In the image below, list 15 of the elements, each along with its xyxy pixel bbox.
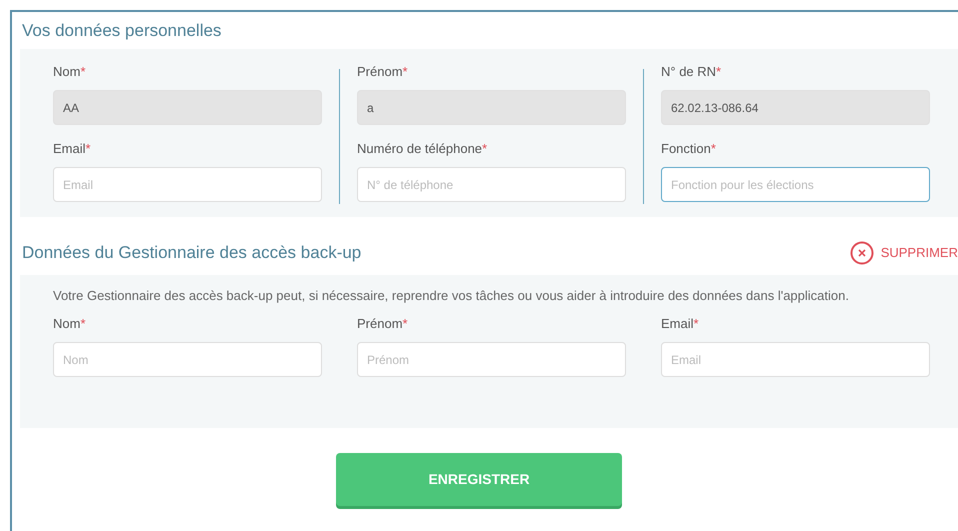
delete-button[interactable]: SUPPRIMER: [850, 241, 958, 265]
section-title: Vos données personnelles: [21, 20, 222, 42]
field-label: Numéro de téléphone*: [357, 140, 488, 158]
field-label: Prénom*: [357, 315, 409, 333]
description-text: Votre Gestionnaire des accès back-up peut, si nécessaire, reprendre vos tâches ou vous aider à introduire des données dans l'application.: [53, 289, 850, 303]
field-label: Nom*: [53, 63, 87, 81]
field-label: Email*: [661, 315, 700, 333]
field-label: Email*: [53, 140, 92, 158]
field-label: Prénom*: [357, 63, 409, 81]
close-icon: [850, 241, 874, 265]
field-label: Fonction*: [661, 140, 717, 158]
field-label: N° de RN*: [661, 63, 722, 81]
field-label: Nom*: [53, 315, 87, 333]
input-field[interactable]: Fonction pour les élections: [661, 167, 930, 202]
section-title: Données du Gestionnaire des accès back-up: [22, 243, 362, 263]
